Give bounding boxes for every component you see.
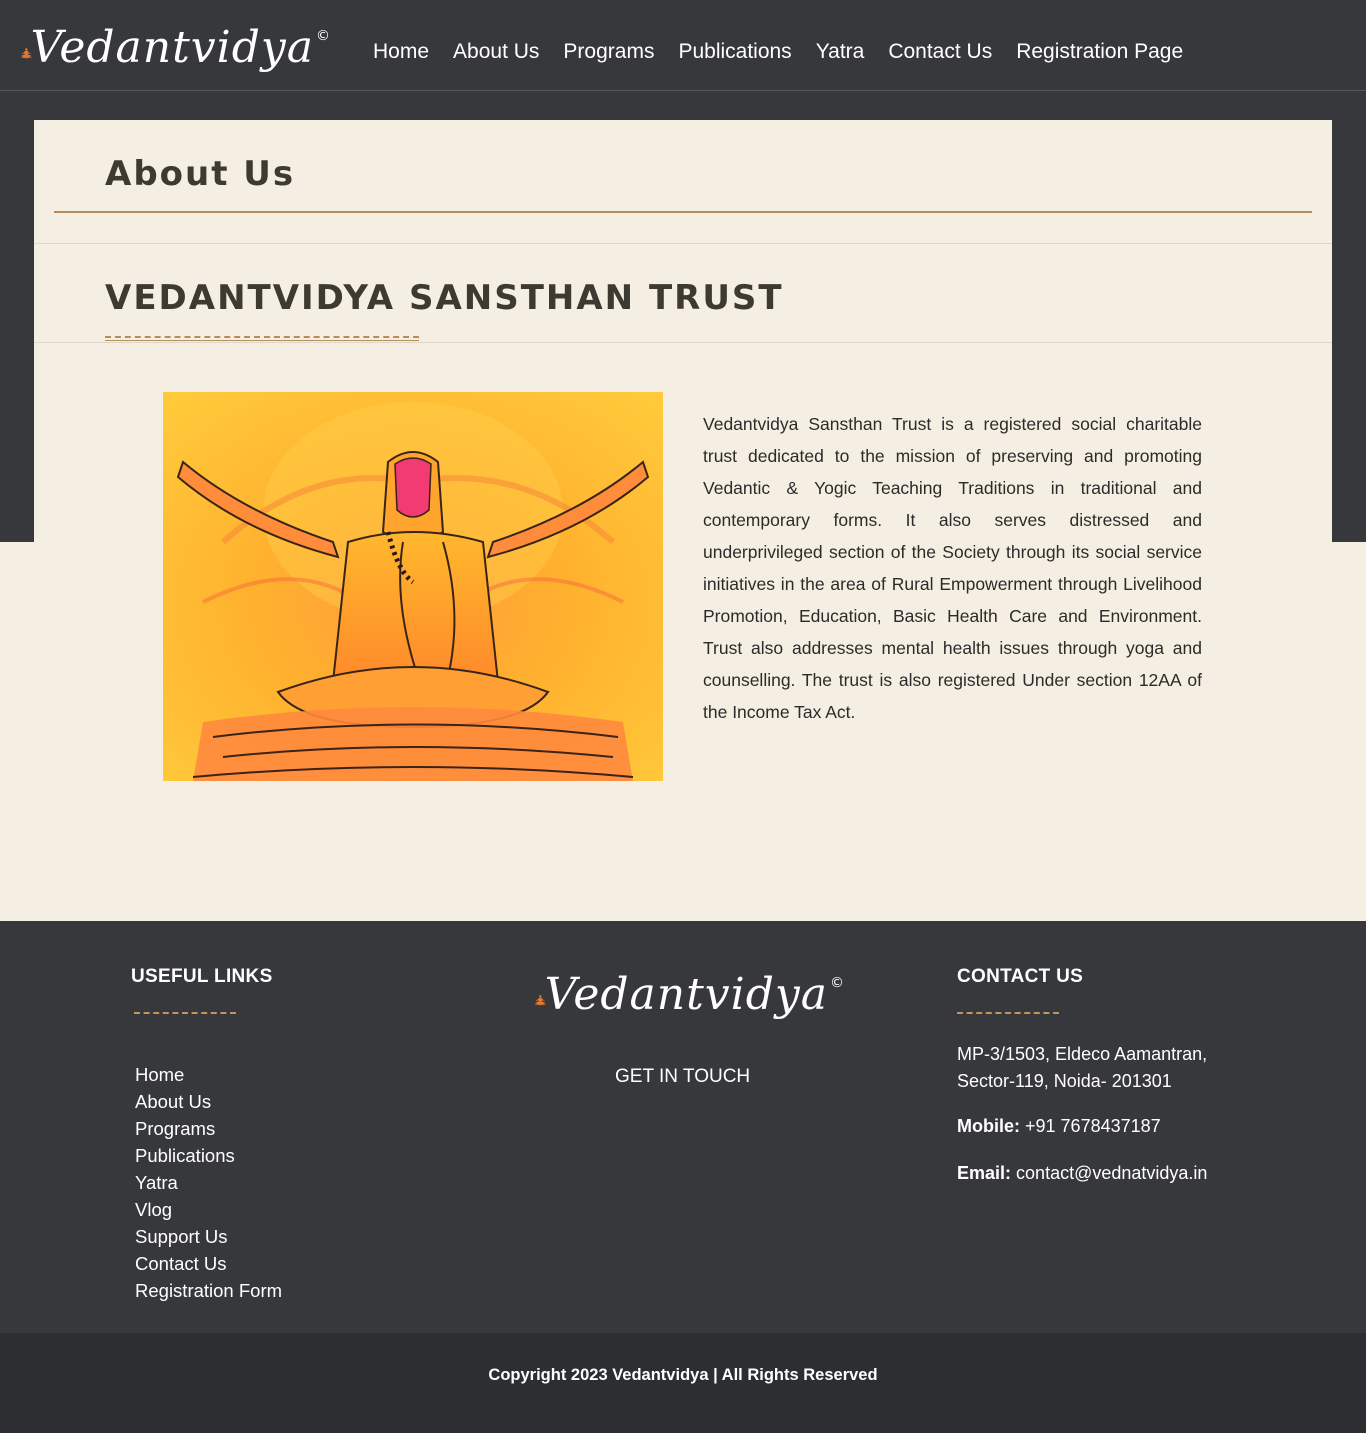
mobile-number[interactable]: +91 7678437187 <box>1025 1116 1161 1136</box>
title-divider <box>54 211 1312 213</box>
get-in-touch-heading: GET IN TOUCH <box>615 1066 751 1087</box>
contact-us-heading: CONTACT US <box>957 966 1084 987</box>
footer-link-yatra[interactable]: Yatra <box>135 1169 282 1196</box>
section-divider <box>34 243 1332 244</box>
copyright-mark: © <box>316 28 330 44</box>
nav-programs[interactable]: Programs <box>563 37 654 67</box>
trust-description: Vedantvidya Sansthan Trust is a register… <box>703 414 1202 722</box>
site-footer: USEFUL LINKS Home About Us Programs Publ… <box>0 921 1366 1333</box>
nav-publications[interactable]: Publications <box>678 37 791 67</box>
footer-logo[interactable]: Vedantvidya © <box>534 969 844 1039</box>
footer-link-support-us[interactable]: Support Us <box>135 1223 282 1250</box>
email-address[interactable]: contact@vednatvidya.in <box>1016 1163 1207 1183</box>
copyright-bar: Copyright 2023 Vedantvidya | All Rights … <box>0 1333 1366 1433</box>
contact-us-underline <box>957 1012 1059 1014</box>
meditating-sage-illustration <box>163 392 663 781</box>
contact-email: Email: contact@vednatvidya.in <box>957 1163 1207 1184</box>
nav-registration-page[interactable]: Registration Page <box>1016 37 1183 67</box>
contact-address: MP-3/1503, Eldeco Aamantran, Sector-119,… <box>957 1041 1257 1095</box>
main-nav: Home About Us Programs Publications Yatr… <box>373 37 1207 67</box>
footer-link-contact-us[interactable]: Contact Us <box>135 1250 282 1277</box>
nav-home[interactable]: Home <box>373 37 429 67</box>
useful-links-underline <box>134 1012 236 1014</box>
mobile-label: Mobile: <box>957 1116 1020 1136</box>
copyright-text: Copyright 2023 Vedantvidya | All Rights … <box>488 1366 878 1384</box>
section-title-dashed-underline <box>105 336 419 338</box>
nav-contact-us[interactable]: Contact Us <box>888 37 992 67</box>
footer-link-programs[interactable]: Programs <box>135 1115 282 1142</box>
address-line-2: Sector-119, Noida- 201301 <box>957 1071 1172 1091</box>
footer-logo-wordmark: Vedantvidya <box>544 969 828 1020</box>
footer-copyright-mark: © <box>830 975 844 991</box>
footer-link-publications[interactable]: Publications <box>135 1142 282 1169</box>
nav-yatra[interactable]: Yatra <box>816 37 865 67</box>
site-logo[interactable]: Vedantvidya © <box>20 22 330 92</box>
section-title: VEDANTVIDYA SANSTHAN TRUST <box>105 278 784 318</box>
footer-link-registration-form[interactable]: Registration Form <box>135 1277 282 1304</box>
page-title: About Us <box>105 154 296 194</box>
footer-links: Home About Us Programs Publications Yatr… <box>135 1061 282 1304</box>
footer-link-vlog[interactable]: Vlog <box>135 1196 282 1223</box>
nav-about-us[interactable]: About Us <box>453 37 539 67</box>
footer-link-home[interactable]: Home <box>135 1061 282 1088</box>
footer-link-about-us[interactable]: About Us <box>135 1088 282 1115</box>
section-title-underline <box>105 340 419 341</box>
content-card: About Us VEDANTVIDYA SANSTHAN TRUST Veda… <box>34 120 1332 920</box>
contact-mobile: Mobile: +91 7678437187 <box>957 1116 1161 1137</box>
logo-wordmark: Vedantvidya <box>30 22 314 73</box>
section-divider-lower <box>34 342 1332 343</box>
page: Vedantvidya © Home About Us Programs Pub… <box>0 0 1366 1433</box>
address-line-1: MP-3/1503, Eldeco Aamantran, <box>957 1044 1208 1064</box>
email-label: Email: <box>957 1163 1012 1183</box>
useful-links-heading: USEFUL LINKS <box>131 966 273 987</box>
site-header: Vedantvidya © Home About Us Programs Pub… <box>0 0 1366 91</box>
